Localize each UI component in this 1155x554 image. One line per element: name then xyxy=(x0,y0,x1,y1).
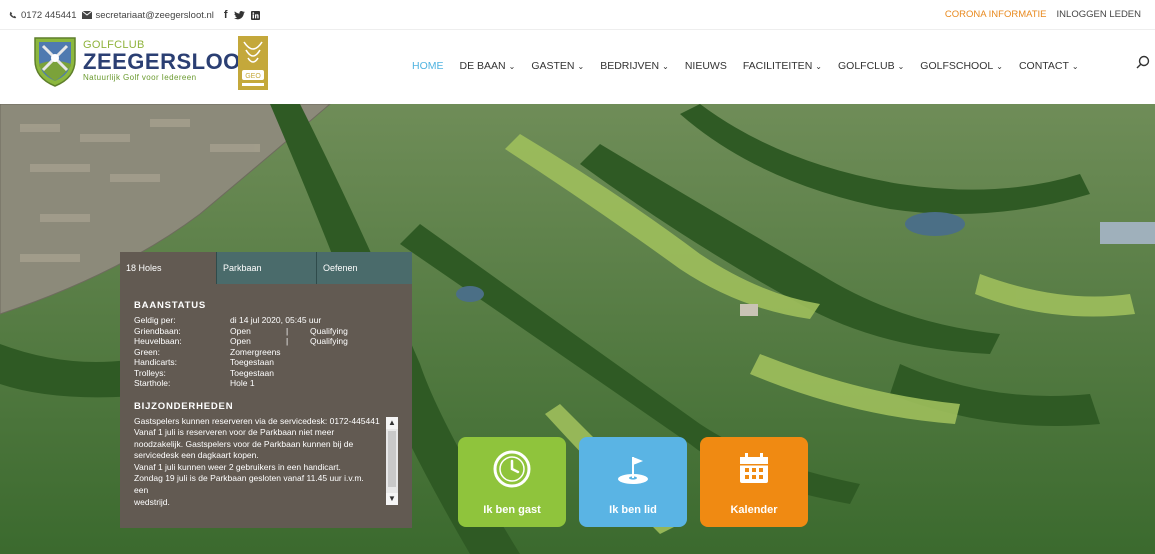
phone-number: 0172 445441 xyxy=(21,9,77,21)
corona-info-link[interactable]: CORONA INFORMATIE xyxy=(945,9,1047,20)
guest-tile-button[interactable]: Ik ben gast xyxy=(458,437,566,527)
status-value: Open xyxy=(230,325,251,336)
status-value: Toegestaan xyxy=(230,367,274,378)
member-tile-label: Ik ben lid xyxy=(609,504,657,516)
status-key: Trolleys: xyxy=(134,367,166,378)
nav-gasten[interactable]: GASTEN ⌄ xyxy=(531,60,584,72)
status-extra: Qualifying xyxy=(310,336,348,346)
facebook-icon[interactable]: f xyxy=(224,9,228,21)
calendar-tile-label: Kalender xyxy=(730,504,778,516)
clock-icon xyxy=(493,450,531,488)
guest-tile-label: Ik ben gast xyxy=(483,504,541,516)
tab-parkbaan[interactable]: Parkbaan xyxy=(217,252,317,284)
nav-contact-label: CONTACT xyxy=(1018,60,1069,72)
site-header: GOLFCLUB ZEEGERSLOOT Natuurlijk Golf voo… xyxy=(0,30,1155,104)
nav-de-baan-label: DE BAAN xyxy=(459,60,506,72)
nav-home[interactable]: HOME xyxy=(412,60,444,72)
status-key: Starthole: xyxy=(134,378,171,388)
status-row: Handicarts: Toegestaan xyxy=(134,357,412,368)
phone-icon xyxy=(9,11,17,19)
nav-faciliteiten-label: FACILITEITEN xyxy=(742,60,813,72)
notes-text: Gastspelers kunnen reserveren via de ser… xyxy=(134,416,398,509)
calendar-tile-button[interactable]: Kalender xyxy=(700,437,808,527)
status-row: Green: Zomergreens xyxy=(134,347,412,358)
linkedin-icon[interactable] xyxy=(250,10,260,20)
notes-scroll-area[interactable]: Gastspelers kunnen reserveren via de ser… xyxy=(134,416,398,508)
status-value: Toegestaan xyxy=(230,357,274,367)
status-extra: Qualifying xyxy=(310,325,348,336)
svg-text:GEO: GEO xyxy=(245,73,261,80)
status-row: Trolleys: Toegestaan xyxy=(134,368,412,379)
scrollbar-thumb[interactable] xyxy=(388,430,396,487)
chevron-down-icon: ⌄ xyxy=(897,62,905,71)
geo-certified-badge: GEO xyxy=(238,36,268,90)
nav-gasten-label: GASTEN xyxy=(531,60,575,72)
nav-golfschool-label: GOLFSCHOOL xyxy=(920,60,994,72)
status-row: Geldig per: di 14 jul 2020, 05:45 uur xyxy=(134,315,412,326)
nav-bedrijven-label: BEDRIJVEN xyxy=(600,60,660,72)
chevron-down-icon: ⌄ xyxy=(577,62,585,71)
status-heading: BAANSTATUS xyxy=(134,300,207,311)
status-key: Griendbaan: xyxy=(134,325,181,336)
course-tabs: 18 Holes Parkbaan Oefenen xyxy=(120,252,412,284)
status-row: Griendbaan: Open | Qualifying xyxy=(134,326,412,337)
note-line: Zondag 19 juli is de Parkbaan gesloten v… xyxy=(134,473,364,496)
nav-bedrijven[interactable]: BEDRIJVEN ⌄ xyxy=(600,60,669,72)
note-line: Vanaf 1 juli kunnen weer 2 gebruikers in… xyxy=(134,461,341,472)
status-separator: | xyxy=(286,325,289,336)
search-icon[interactable] xyxy=(1136,55,1150,69)
nav-faciliteiten[interactable]: FACILITEITEN ⌄ xyxy=(743,60,822,72)
login-members-link[interactable]: INLOGGEN LEDEN xyxy=(1057,9,1141,20)
email-address: secretariaat@zeegersloot.nl xyxy=(95,9,214,21)
nav-de-baan[interactable]: DE BAAN ⌄ xyxy=(460,60,516,72)
top-bar: 0172 445441 secretariaat@zeegersloot.nl … xyxy=(0,0,1155,30)
status-row: Heuvelbaan: Open | Qualifying xyxy=(134,336,412,347)
twitter-icon[interactable] xyxy=(233,10,245,20)
main-navigation: HOME DE BAAN ⌄ GASTEN ⌄ BEDRIJVEN ⌄ NIEUWS … xyxy=(412,60,1095,72)
notes-heading: BIJZONDERHEDEN xyxy=(134,400,234,412)
status-table: Geldig per: di 14 jul 2020, 05:45 uur Gri… xyxy=(134,315,412,389)
status-key: Green: xyxy=(134,346,160,357)
status-key: Handicarts: xyxy=(134,357,177,367)
note-line: Vanaf 1 juli is reserveren voor de Parkb… xyxy=(134,427,335,438)
nav-nieuws[interactable]: NIEUWS xyxy=(685,60,727,72)
status-value: Zomergreens xyxy=(230,346,281,357)
tab-oefenen[interactable]: Oefenen xyxy=(317,252,412,284)
golf-flag-icon xyxy=(618,457,648,484)
status-key: Geldig per: xyxy=(134,315,176,325)
member-tile-button[interactable]: Ik ben lid xyxy=(579,437,687,527)
note-line: servicedesk een dagkaart kopen. xyxy=(134,450,259,461)
logo-title: ZEEGERSLOOT xyxy=(83,49,255,74)
scroll-up-arrow-icon[interactable]: ▲ xyxy=(386,416,398,429)
note-line: Gastspelers kunnen reserveren via de ser… xyxy=(134,415,380,426)
chevron-down-icon: ⌄ xyxy=(508,62,516,71)
tab-18-holes[interactable]: 18 Holes xyxy=(120,252,217,284)
logo-tagline: Natuurlijk Golf voor Iedereen xyxy=(83,73,197,82)
status-row: Starthole: Hole 1 xyxy=(134,378,412,389)
email-link[interactable]: secretariaat@zeegersloot.nl xyxy=(82,9,214,21)
status-value: Open xyxy=(230,336,251,346)
chevron-down-icon: ⌄ xyxy=(815,62,822,71)
status-separator: | xyxy=(286,336,289,346)
status-value: Hole 1 xyxy=(230,378,255,388)
mail-icon xyxy=(82,11,93,19)
calendar-icon xyxy=(740,453,768,483)
course-status-panel: 18 Holes Parkbaan Oefenen BAANSTATUS Gel… xyxy=(120,252,412,528)
scroll-down-arrow-icon[interactable]: ▼ xyxy=(386,492,398,505)
phone-link[interactable]: 0172 445441 xyxy=(8,10,76,21)
nav-golfclub[interactable]: GOLFCLUB ⌄ xyxy=(838,60,904,72)
status-key: Heuvelbaan: xyxy=(134,336,182,346)
status-value: di 14 jul 2020, 05:45 uur xyxy=(230,315,322,325)
nav-golfclub-label: GOLFCLUB xyxy=(837,60,895,72)
nav-golfschool[interactable]: GOLFSCHOOL ⌄ xyxy=(920,60,1003,72)
club-crest-icon[interactable] xyxy=(33,36,77,88)
chevron-down-icon: ⌄ xyxy=(996,62,1003,71)
note-line: wedstrijd. xyxy=(134,496,170,507)
nav-contact[interactable]: CONTACT ⌄ xyxy=(1019,60,1079,72)
notes-scrollbar[interactable]: ▲ ▼ xyxy=(386,416,398,505)
chevron-down-icon: ⌄ xyxy=(662,62,669,71)
note-line: noodzakelijk. Gastspelers voor de Parkba… xyxy=(134,438,354,449)
chevron-down-icon: ⌄ xyxy=(1071,62,1079,71)
site-logo[interactable]: GOLFCLUB ZEEGERSLOOT Natuurlijk Golf voo… xyxy=(83,40,255,83)
